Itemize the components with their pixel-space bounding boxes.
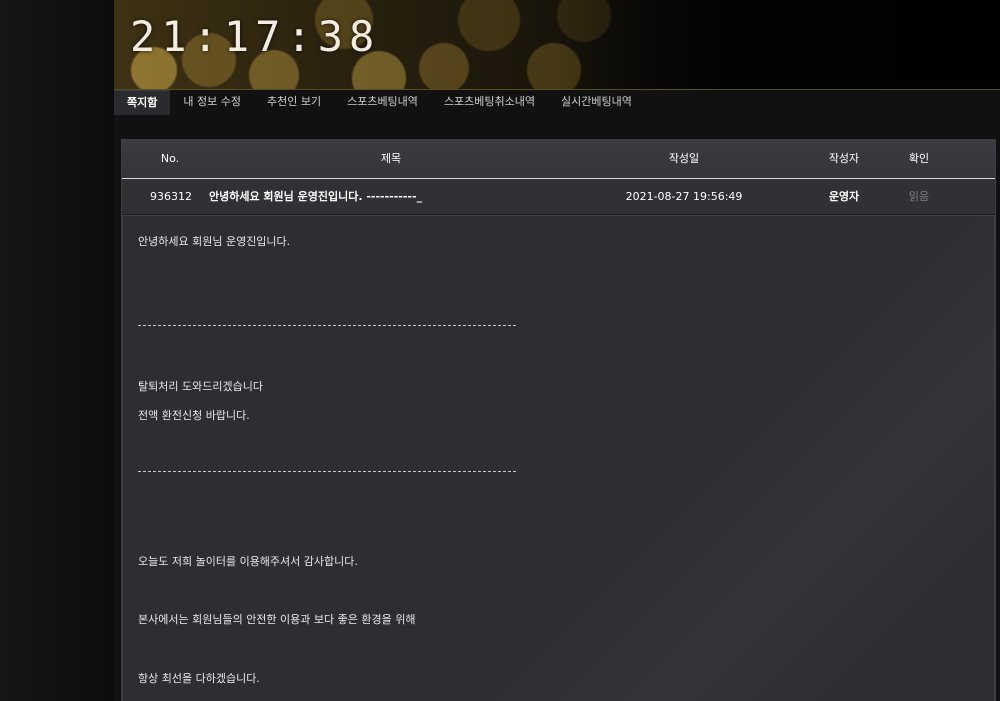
header-date: 작성일 [668, 152, 700, 165]
page: 21:17:38 쪽지함 내 정보 수정 추천인 보기 스포츠베팅내역 스포츠베… [0, 0, 1000, 701]
row-read-status: 읽음 [908, 190, 930, 203]
tab-edit-profile[interactable]: 내 정보 수정 [170, 90, 254, 114]
digital-clock: 21:17:38 [130, 12, 381, 61]
row-date: 2021-08-27 19:56:49 [625, 190, 743, 203]
header-author: 작성자 [828, 152, 860, 165]
dashed-divider [138, 325, 516, 326]
mypage-nav: 쪽지함 내 정보 수정 추천인 보기 스포츠베팅내역 스포츠베팅취소내역 실시간… [114, 89, 1000, 115]
message-line: 탈퇴처리 도와드리겠습니다 [138, 380, 263, 393]
left-gutter [0, 0, 114, 701]
header-title: 제목 [380, 152, 402, 165]
tab-sports-bet-cancel-history[interactable]: 스포츠베팅취소내역 [431, 90, 548, 114]
table-row[interactable]: 936312 안녕하세요 회원님 운영진입니다. -----------_ 20… [122, 179, 995, 215]
tab-inbox[interactable]: 쪽지함 [114, 89, 171, 115]
tab-sports-bet-history[interactable]: 스포츠베팅내역 [334, 90, 431, 114]
row-number: 936312 [150, 190, 192, 203]
dashed-divider [138, 471, 516, 472]
main-column: 21:17:38 쪽지함 내 정보 수정 추천인 보기 스포츠베팅내역 스포츠베… [114, 0, 1000, 701]
tab-live-bet-history[interactable]: 실시간베팅내역 [548, 90, 645, 114]
header-banner: 21:17:38 [114, 0, 1000, 89]
message-line: 전액 환전신청 바랍니다. [138, 409, 250, 422]
header-status: 확인 [908, 152, 930, 165]
message-line: 오늘도 저희 놀이터를 이용해주셔서 감사합니다. [138, 555, 358, 568]
row-author: 운영자 [828, 190, 860, 203]
header-no: No. [160, 152, 180, 165]
row-title-link[interactable]: 안녕하세요 회원님 운영진입니다. -----------_ [209, 179, 422, 214]
table-header: No. 제목 작성일 작성자 확인 [122, 140, 995, 179]
tab-referrals[interactable]: 추천인 보기 [254, 90, 334, 114]
message-line: 본사에서는 회원님들의 안전한 이용과 보다 좋은 환경을 위해 [138, 613, 416, 626]
message-panel: No. 제목 작성일 작성자 확인 936312 안녕하세요 회원님 운영진입니… [121, 139, 996, 701]
message-line: 항상 최선을 다하겠습니다. [138, 672, 260, 685]
message-line: 안녕하세요 회원님 운영진입니다. [138, 235, 291, 248]
message-body: 안녕하세요 회원님 운영진입니다. 탈퇴처리 도와드리겠습니다 전액 환전신청 … [122, 215, 995, 701]
